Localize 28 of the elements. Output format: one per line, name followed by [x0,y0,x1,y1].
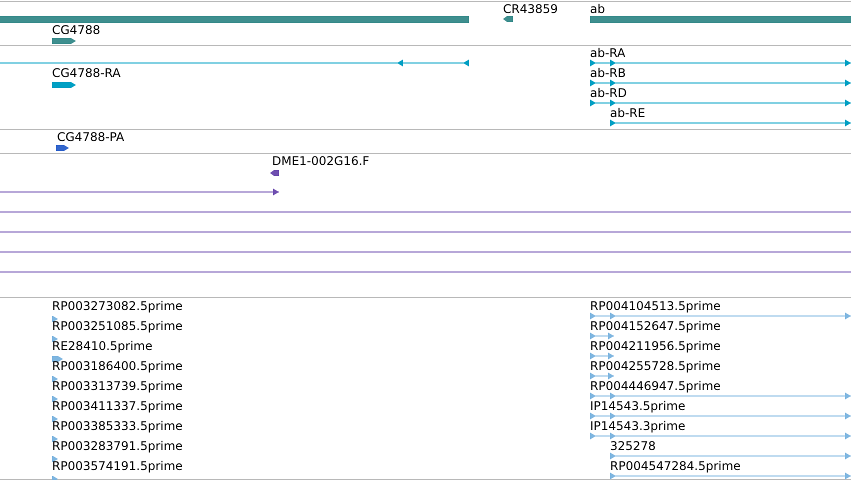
feature-label: IP14543.3prime [590,419,686,433]
feature-label: RP003186400.5prime [52,359,183,373]
feature-label: ab-RB [590,66,626,80]
feature-label: RE28410.5prime [52,339,152,353]
feature-label: ab-RD [590,86,627,100]
feature-label: RP004152647.5prime [590,319,721,333]
feature-label: RP003283791.5prime [52,439,183,453]
feature-label: CG4788 [52,23,100,37]
feature-label: RP003251085.5prime [52,319,183,333]
feature-label: RP004104513.5prime [590,299,721,313]
feature-label: RP004446947.5prime [590,379,721,393]
feature-label: CG4788-PA [57,130,124,144]
feature-label: ab-RA [590,46,626,60]
feature-label: ab-RE [610,106,646,120]
feature-label: RP004255728.5prime [590,359,721,373]
feature-label: RP003273082.5prime [52,299,183,313]
feature-label: RP003385333.5prime [52,419,183,433]
feature-label: RP004211956.5prime [590,339,721,353]
feature-label: CR43859 [503,2,558,16]
feature-label: ab [590,2,605,16]
feature-label: CG4788-RA [52,66,121,80]
feature-label: DME1-002G16.F [272,154,370,168]
feature-label: RP003411337.5prime [52,399,183,413]
feature-label: RP003313739.5prime [52,379,183,393]
feature-label: RP004547284.5prime [610,459,741,473]
feature-label: 325278 [610,439,656,453]
feature-label: IP14543.5prime [590,399,686,413]
feature-label: RP003574191.5prime [52,459,183,473]
